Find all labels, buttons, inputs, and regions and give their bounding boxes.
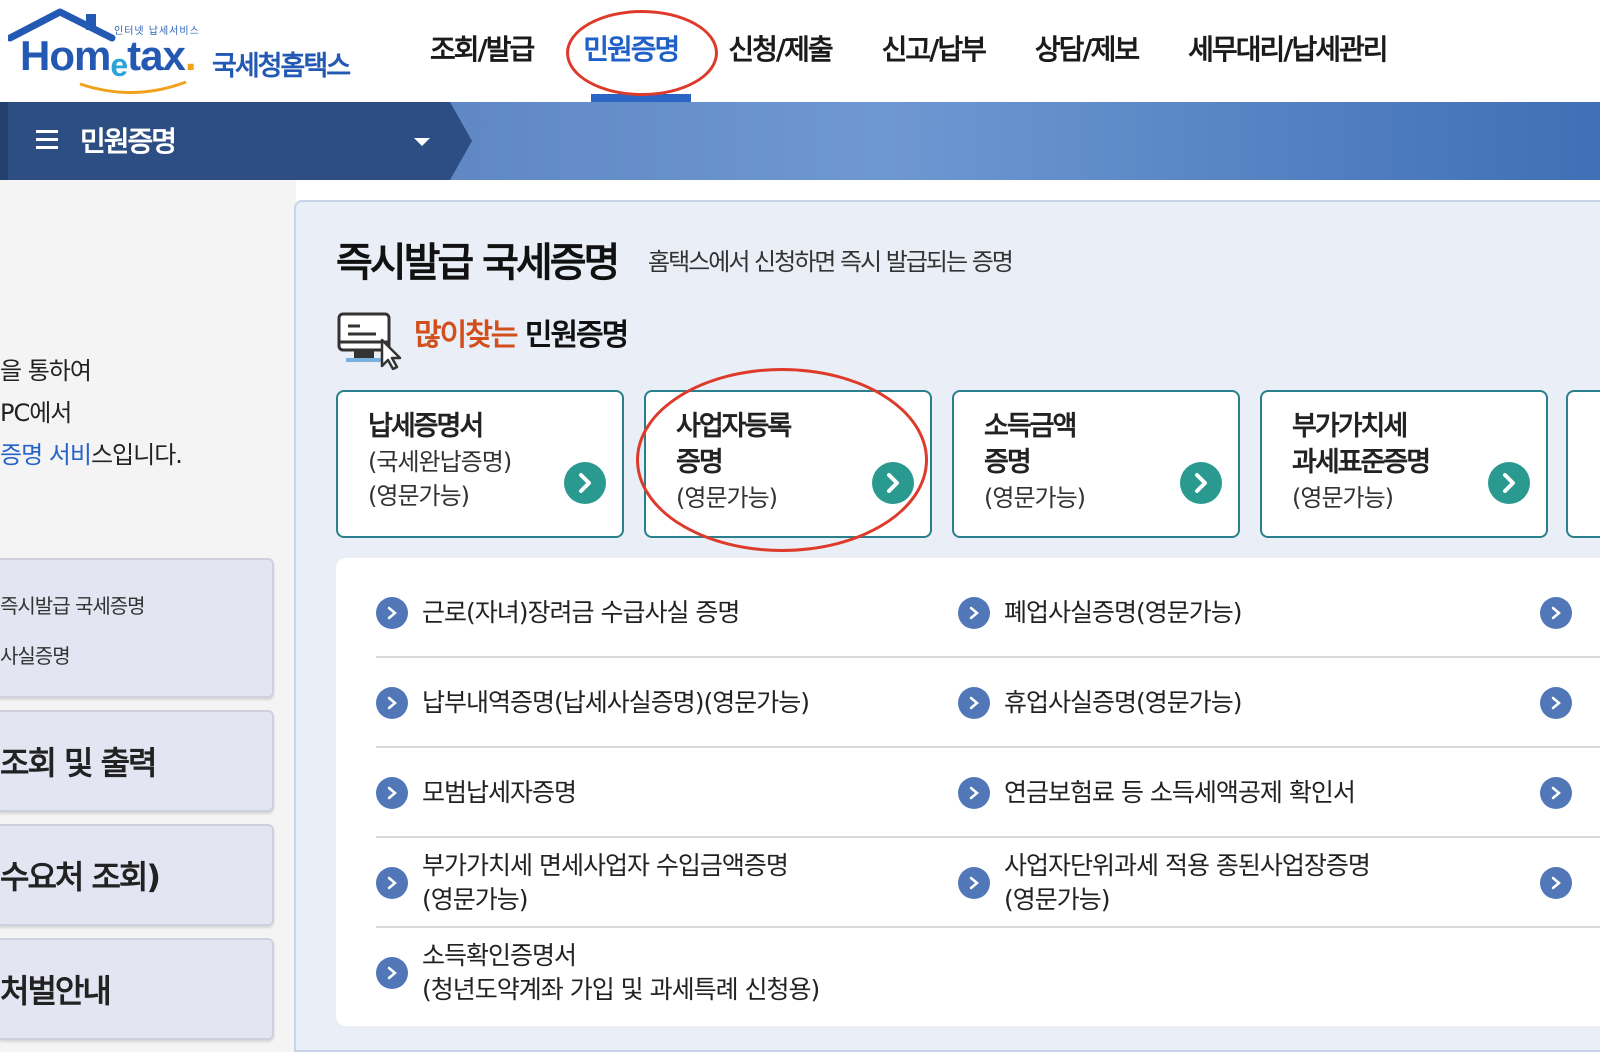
page-subtitle: 홈택스에서 신청하면 즉시 발급되는 증명 [648, 248, 1014, 276]
list-item[interactable]: 폐업사실증명(영문가능) [958, 568, 1243, 658]
nav-lookup-issue[interactable]: 조회/발급 [430, 28, 535, 68]
sidebar-box-label: 처벌안내 [0, 972, 112, 1010]
desc-line-2: PC에서 [0, 399, 72, 427]
page-title: 즉시발급 국세증명 [336, 240, 620, 286]
list-item[interactable]: 근로(자녀)장려금 수급사실 증명 [376, 568, 740, 658]
sidebar-box-quick: 즉시발급 국세증명 사실증명 [0, 558, 274, 698]
hamburger-icon[interactable] [36, 130, 58, 150]
subbar-title: 민원증명 [80, 125, 177, 158]
chevron-right-icon[interactable] [1180, 462, 1222, 504]
chevron-right-icon [958, 687, 990, 719]
nav-apply-submit[interactable]: 신청/제출 [728, 28, 833, 68]
annotation-circle-card [636, 368, 928, 552]
list-item[interactable]: 납부내역증명(납세사실증명)(영문가능) [376, 658, 810, 748]
sidebar-description: 을 통하여 PC에서 증명 서비스입니다. [0, 350, 183, 476]
swoosh-icon [79, 80, 187, 95]
chevron-right-icon[interactable] [1540, 777, 1572, 809]
list-item[interactable]: 소득확인증명서 (청년도약계좌 가입 및 과세특례 신청용) [376, 928, 820, 1018]
certificate-list: 근로(자녀)장려금 수급사실 증명 폐업사실증명(영문가능) 납부내역증명(납세… [336, 558, 1600, 1026]
list-item[interactable]: 휴업사실증명(영문가능) [958, 658, 1243, 748]
sidebar-box-penalty-guide[interactable]: 처벌안내 [0, 938, 274, 1040]
desc-line-3: 증명 서비스입니다. [0, 441, 183, 469]
card-title: 소득금액 [984, 411, 1077, 442]
sidebar-link-fact[interactable]: 사실증명 [0, 640, 71, 669]
sidebar-box-lookup-print[interactable]: 조회 및 출력 [0, 710, 274, 812]
chevron-right-icon[interactable] [1488, 462, 1530, 504]
chevron-right-icon[interactable] [564, 462, 606, 504]
chevron-right-icon [376, 777, 408, 809]
list-row: 부가가치세 면세사업자 수입금액증명 (영문가능) 사업자단위과세 적용 종된사업… [376, 838, 1600, 928]
top-header: 인터넷 납세서비스 Hometax. 국세청홈택스 조회/발급 민원증명 신청/… [0, 0, 1600, 102]
nav-tax-agent[interactable]: 세무대리/납세관리 [1188, 28, 1388, 68]
list-row: 근로(자녀)장려금 수급사실 증명 폐업사실증명(영문가능) [376, 568, 1600, 658]
nav-report-pay[interactable]: 신고/납부 [882, 28, 987, 68]
desc-line-1: 을 통하여 [0, 357, 92, 385]
annotation-circle-nav [566, 10, 718, 96]
chevron-right-icon [958, 867, 990, 899]
card-title: 납세증명서 [368, 411, 484, 442]
card-tax-payment-certificate[interactable]: 납세증명서 (국세완납증명) (영문가능) [336, 390, 624, 538]
card-vat-tax-base-certificate[interactable]: 부가가치세 과세표준증명 (영문가능) [1260, 390, 1548, 538]
desc-link[interactable]: 증명 서비 [0, 441, 92, 469]
chevron-right-icon [376, 687, 408, 719]
chevron-right-icon [376, 957, 408, 989]
sub-navigation-bar: 민원증명 [0, 102, 1600, 180]
card-english-note: (영문가능) [1292, 484, 1394, 512]
card-english-note: (영문가능) [984, 484, 1086, 512]
list-item[interactable]: 사업자단위과세 적용 종된사업장증명 (영문가능) [958, 838, 1371, 928]
chevron-right-icon [958, 777, 990, 809]
logo-korean-name: 국세청홈택스 [212, 51, 351, 82]
list-item[interactable]: 모범납세자증명 [376, 748, 577, 838]
list-item[interactable]: 연금보험료 등 소득세액공제 확인서 [958, 748, 1356, 838]
chevron-right-icon[interactable] [1540, 687, 1572, 719]
card-title: 부가가치세 [1292, 411, 1408, 442]
nav-consult-report[interactable]: 상담/제보 [1035, 28, 1140, 68]
chevron-right-icon [376, 597, 408, 629]
sidebar-box-label: 조회 및 출력 [0, 744, 157, 782]
list-row: 소득확인증명서 (청년도약계좌 가입 및 과세특례 신청용) [376, 928, 1600, 1018]
chevron-right-icon [376, 867, 408, 899]
caret-down-icon[interactable] [414, 138, 430, 146]
hometax-logo[interactable]: 인터넷 납세서비스 Hometax. 국세청홈택스 [8, 8, 368, 96]
card-english-note: (영문가능) [368, 482, 470, 510]
card-title-line2: 과세표준증명 [1292, 447, 1431, 478]
monitor-cursor-icon [337, 312, 402, 370]
chevron-right-icon[interactable] [1540, 867, 1572, 899]
card-subtitle: (국세완납증명) [368, 448, 512, 476]
list-row: 모범납세자증명 연금보험료 등 소득세액공제 확인서 [376, 748, 1600, 838]
subbar-edge [0, 102, 8, 180]
sidebar-box-label: 수요처 조회) [0, 858, 161, 896]
list-row: 납부내역증명(납세사실증명)(영문가능) 휴업사실증명(영문가능) [376, 658, 1600, 748]
chevron-right-icon[interactable] [1540, 597, 1572, 629]
card-next-partial[interactable] [1566, 390, 1600, 538]
card-title-line2: 증명 [984, 447, 1032, 478]
sidebar-box-demand-lookup[interactable]: 수요처 조회) [0, 824, 274, 926]
main-content-panel: 즉시발급 국세증명 홈택스에서 신청하면 즉시 발급되는 증명 많이찾는 민원증… [294, 200, 1600, 1052]
logo-wordmark: Hometax. [20, 32, 196, 83]
list-item[interactable]: 부가가치세 면세사업자 수입금액증명 (영문가능) [376, 838, 789, 928]
popular-heading: 많이찾는 민원증명 [414, 318, 629, 353]
sidebar-link-instant[interactable]: 즉시발급 국세증명 [0, 590, 146, 619]
subbar-menu-dropdown[interactable]: 민원증명 [0, 102, 472, 180]
chevron-right-icon [958, 597, 990, 629]
card-income-amount-certificate[interactable]: 소득금액 증명 (영문가능) [952, 390, 1240, 538]
